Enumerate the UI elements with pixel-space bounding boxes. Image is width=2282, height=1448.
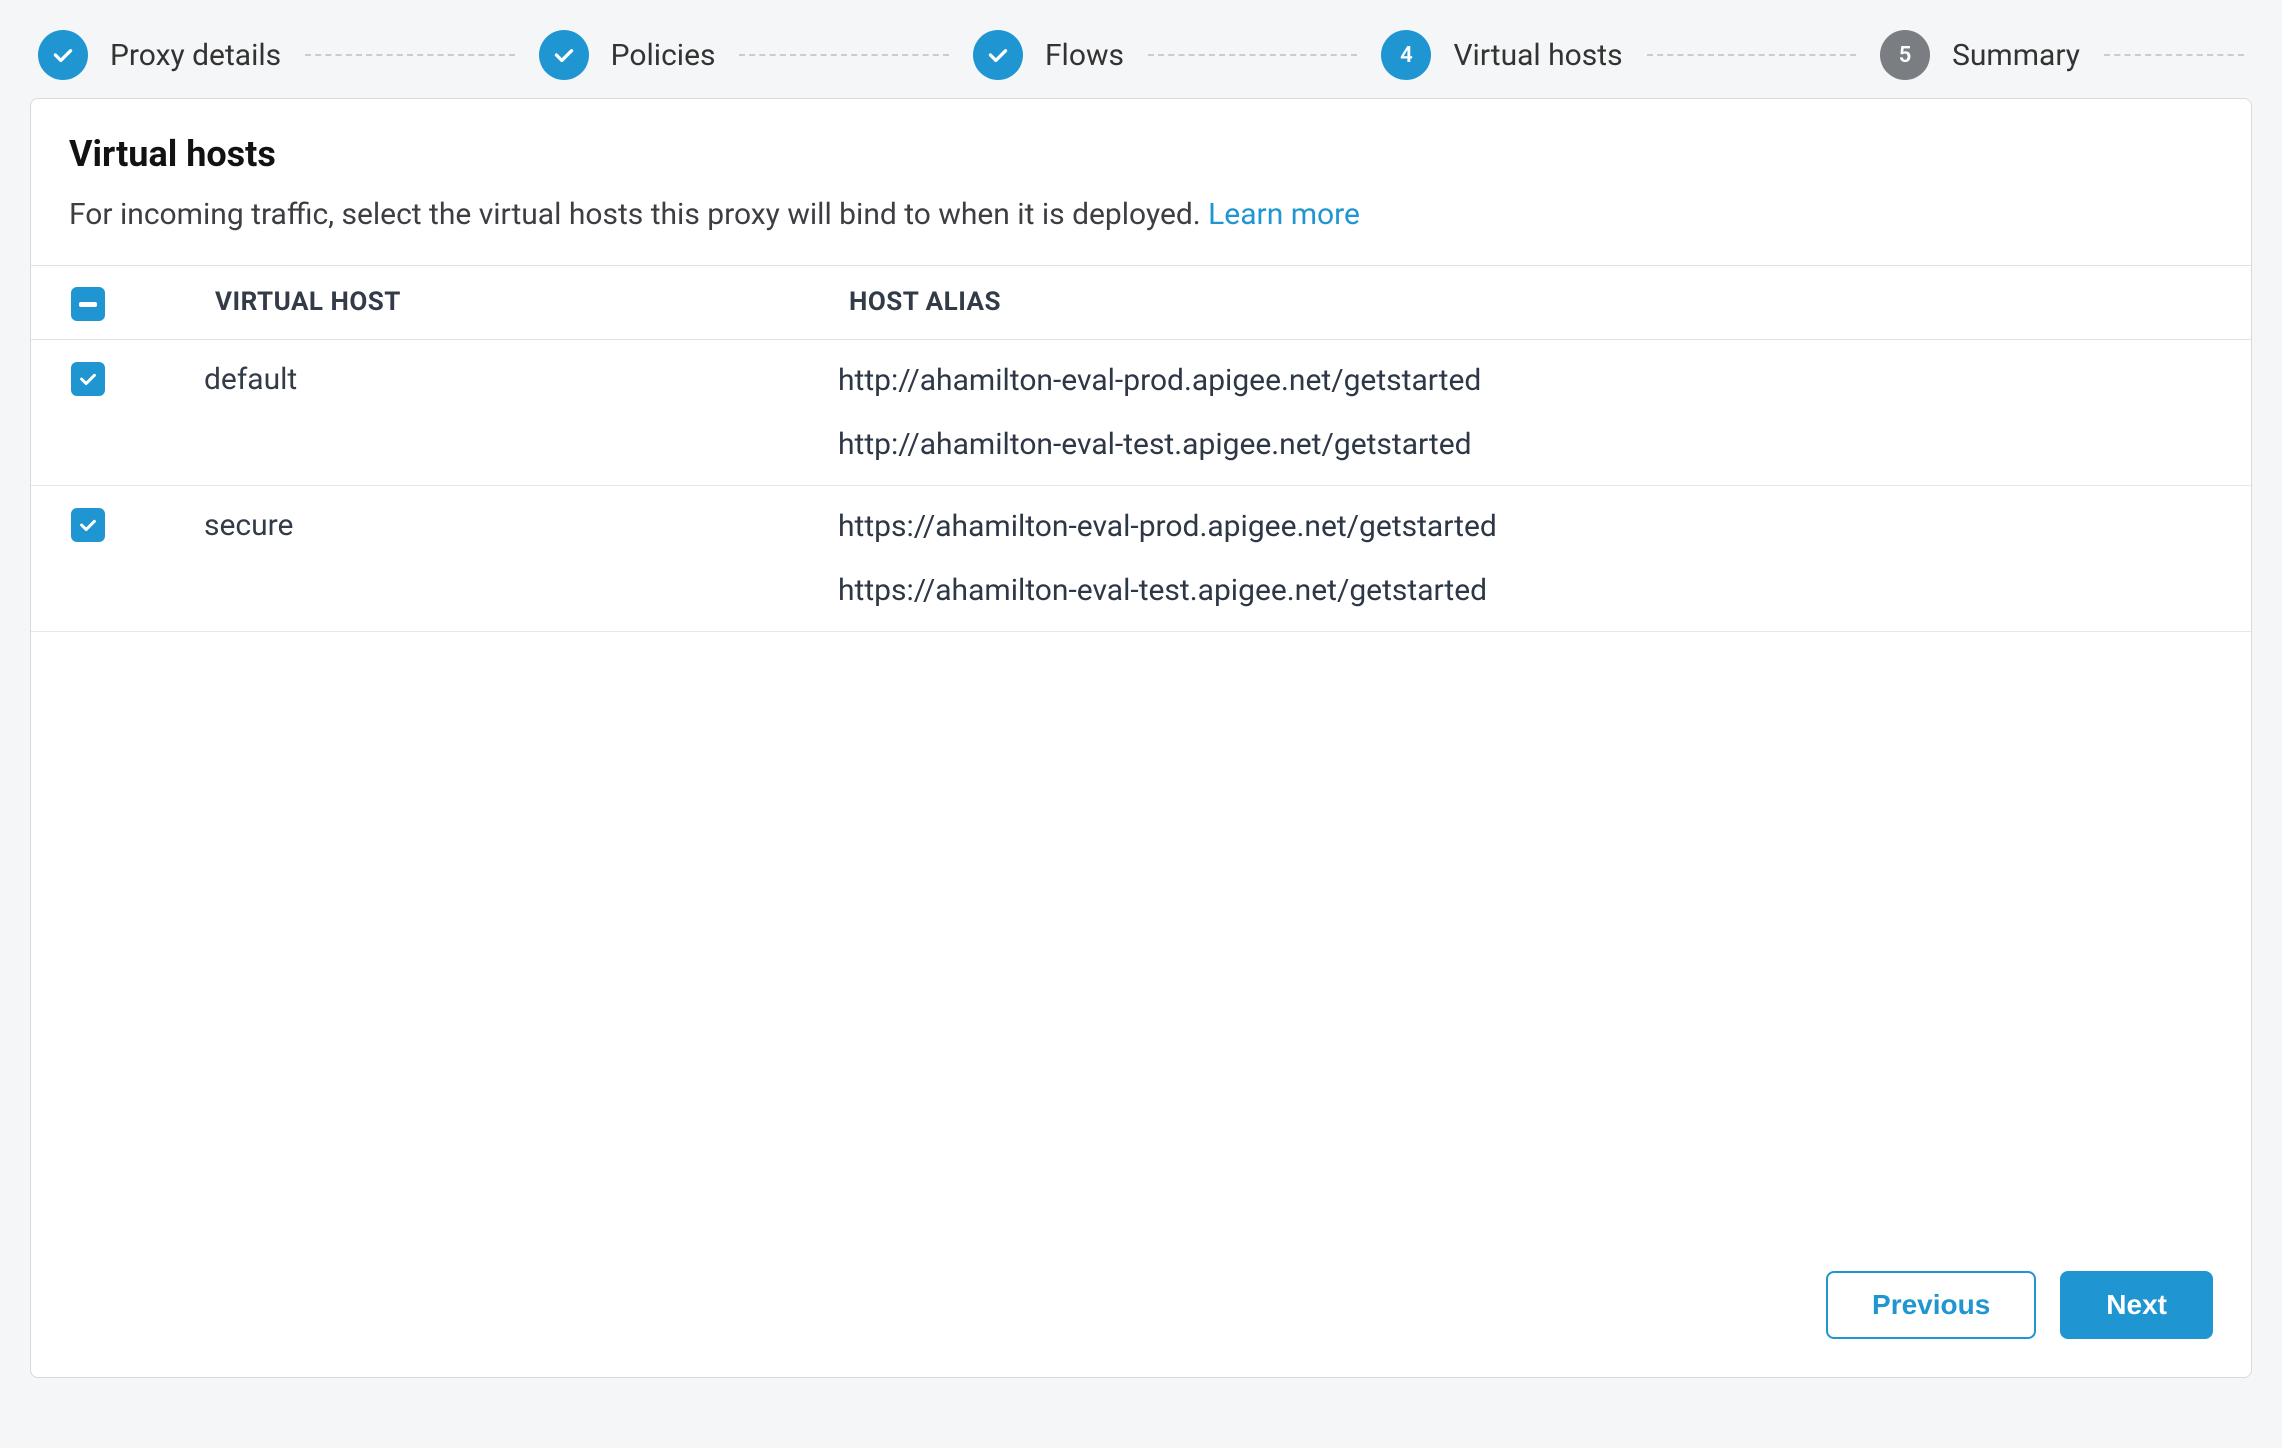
step-label: Proxy details bbox=[110, 38, 281, 73]
column-header-virtual-host: VIRTUAL HOST bbox=[203, 265, 837, 340]
virtual-hosts-card: Virtual hosts For incoming traffic, sele… bbox=[30, 98, 2252, 1378]
check-icon bbox=[77, 368, 99, 390]
row-checkbox[interactable] bbox=[71, 362, 105, 396]
check-icon bbox=[38, 30, 88, 80]
step-number-icon: 4 bbox=[1381, 30, 1431, 80]
previous-button[interactable]: Previous bbox=[1826, 1271, 2036, 1339]
step-label: Virtual hosts bbox=[1453, 38, 1622, 73]
virtual-host-name: secure bbox=[203, 486, 837, 632]
step-connector bbox=[739, 54, 948, 56]
card-title: Virtual hosts bbox=[69, 133, 2213, 175]
table-row: secure https://ahamilton-eval-prod.apige… bbox=[31, 486, 2251, 632]
step-policies[interactable]: Policies bbox=[539, 30, 716, 80]
card-footer: Previous Next bbox=[31, 1271, 2251, 1377]
card-description-text: For incoming traffic, select the virtual… bbox=[69, 197, 1201, 232]
row-checkbox[interactable] bbox=[71, 508, 105, 542]
virtual-hosts-table: VIRTUAL HOST HOST ALIAS default http://a… bbox=[31, 265, 2251, 632]
host-alias: http://ahamilton-eval-prod.apigee.net/ge… bbox=[838, 362, 2250, 400]
step-connector bbox=[1148, 54, 1357, 56]
step-virtual-hosts[interactable]: 4 Virtual hosts bbox=[1381, 30, 1622, 80]
indeterminate-icon bbox=[79, 302, 97, 307]
step-summary[interactable]: 5 Summary bbox=[1880, 30, 2080, 80]
host-alias: https://ahamilton-eval-test.apigee.net/g… bbox=[838, 572, 2250, 610]
learn-more-link[interactable]: Learn more bbox=[1208, 197, 1360, 232]
step-label: Flows bbox=[1045, 38, 1124, 73]
check-icon bbox=[77, 514, 99, 536]
step-number-icon: 5 bbox=[1880, 30, 1930, 80]
card-description: For incoming traffic, select the virtual… bbox=[69, 193, 2213, 237]
table-row: default http://ahamilton-eval-prod.apige… bbox=[31, 340, 2251, 486]
step-label: Summary bbox=[1952, 38, 2080, 73]
check-icon bbox=[973, 30, 1023, 80]
step-connector bbox=[2104, 54, 2244, 56]
step-flows[interactable]: Flows bbox=[973, 30, 1124, 80]
wizard-stepper: Proxy details Policies Flows 4 Virtual h… bbox=[30, 30, 2252, 98]
select-all-checkbox[interactable] bbox=[71, 287, 105, 321]
step-proxy-details[interactable]: Proxy details bbox=[38, 30, 281, 80]
host-alias: http://ahamilton-eval-test.apigee.net/ge… bbox=[838, 426, 2250, 464]
virtual-host-name: default bbox=[203, 340, 837, 486]
step-label: Policies bbox=[611, 38, 716, 73]
step-connector bbox=[305, 54, 514, 56]
step-connector bbox=[1647, 54, 1856, 56]
next-button[interactable]: Next bbox=[2060, 1271, 2213, 1339]
check-icon bbox=[539, 30, 589, 80]
host-alias: https://ahamilton-eval-prod.apigee.net/g… bbox=[838, 508, 2250, 546]
column-header-host-alias: HOST ALIAS bbox=[837, 265, 2251, 340]
